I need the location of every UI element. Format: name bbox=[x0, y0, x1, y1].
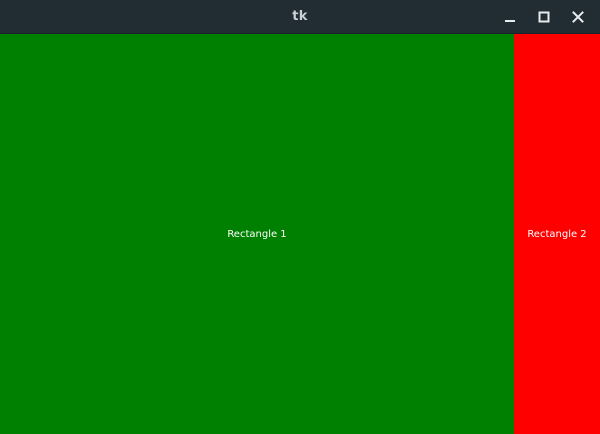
canvas[interactable]: Rectangle 1 Rectangle 2 bbox=[0, 34, 600, 434]
rectangle-2-label: Rectangle 2 bbox=[527, 228, 587, 240]
rectangle-1: Rectangle 1 bbox=[0, 34, 514, 434]
title-bar[interactable]: tk bbox=[0, 0, 600, 34]
maximize-icon bbox=[538, 11, 550, 23]
rectangle-1-label: Rectangle 1 bbox=[227, 228, 287, 240]
minimize-button[interactable] bbox=[494, 3, 526, 31]
close-button[interactable] bbox=[562, 3, 594, 31]
maximize-button[interactable] bbox=[528, 3, 560, 31]
app-window: tk Rectangle 1 Rectangle 2 bbox=[0, 0, 600, 434]
minimize-icon bbox=[505, 20, 515, 22]
window-controls bbox=[494, 0, 594, 34]
rectangle-2: Rectangle 2 bbox=[514, 34, 600, 434]
close-icon bbox=[572, 11, 584, 23]
